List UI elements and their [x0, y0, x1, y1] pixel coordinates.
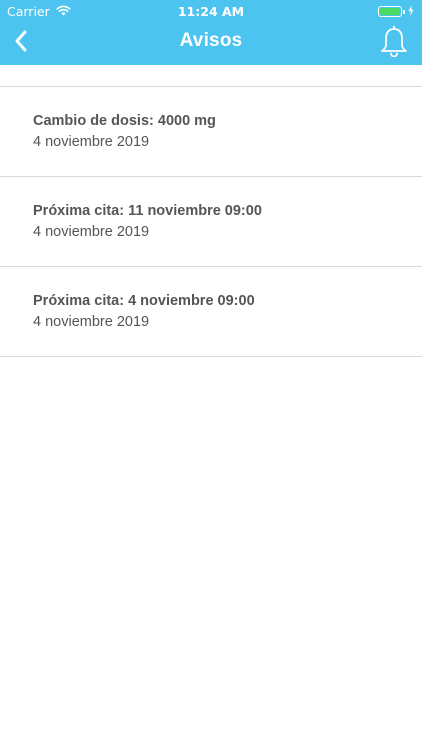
battery-indicator	[378, 4, 414, 19]
bell-icon	[380, 25, 408, 62]
notification-date: 4 noviembre 2019	[33, 134, 150, 150]
notification-title: Cambio de dosis: 4000 mg	[33, 113, 216, 129]
notification-title: Próxima cita: 11 noviembre 09:00	[33, 203, 262, 219]
battery-tip	[403, 9, 405, 14]
battery-icon	[378, 6, 402, 17]
navigation-bar: Avisos	[0, 22, 422, 65]
notification-date: 4 noviembre 2019	[33, 224, 150, 240]
top-bar: Carrier 11:24 AM Avisos	[0, 0, 422, 65]
list-item[interactable]: Próxima cita: 11 noviembre 09:00 4 novie…	[0, 177, 422, 267]
status-bar: Carrier 11:24 AM	[0, 0, 422, 22]
notifications-list: Cambio de dosis: 4000 mg 4 noviembre 201…	[0, 86, 422, 357]
status-time: 11:24 AM	[177, 4, 245, 19]
list-item[interactable]: Cambio de dosis: 4000 mg 4 noviembre 201…	[0, 87, 422, 177]
notification-title: Próxima cita: 4 noviembre 09:00	[33, 293, 255, 309]
notification-date: 4 noviembre 2019	[33, 314, 150, 330]
list-item[interactable]: Próxima cita: 4 noviembre 09:00 4 noviem…	[0, 267, 422, 357]
battery-level	[380, 8, 400, 15]
charging-bolt-icon	[408, 4, 414, 19]
notifications-button[interactable]	[378, 25, 410, 62]
page-title: Avisos	[179, 30, 243, 51]
